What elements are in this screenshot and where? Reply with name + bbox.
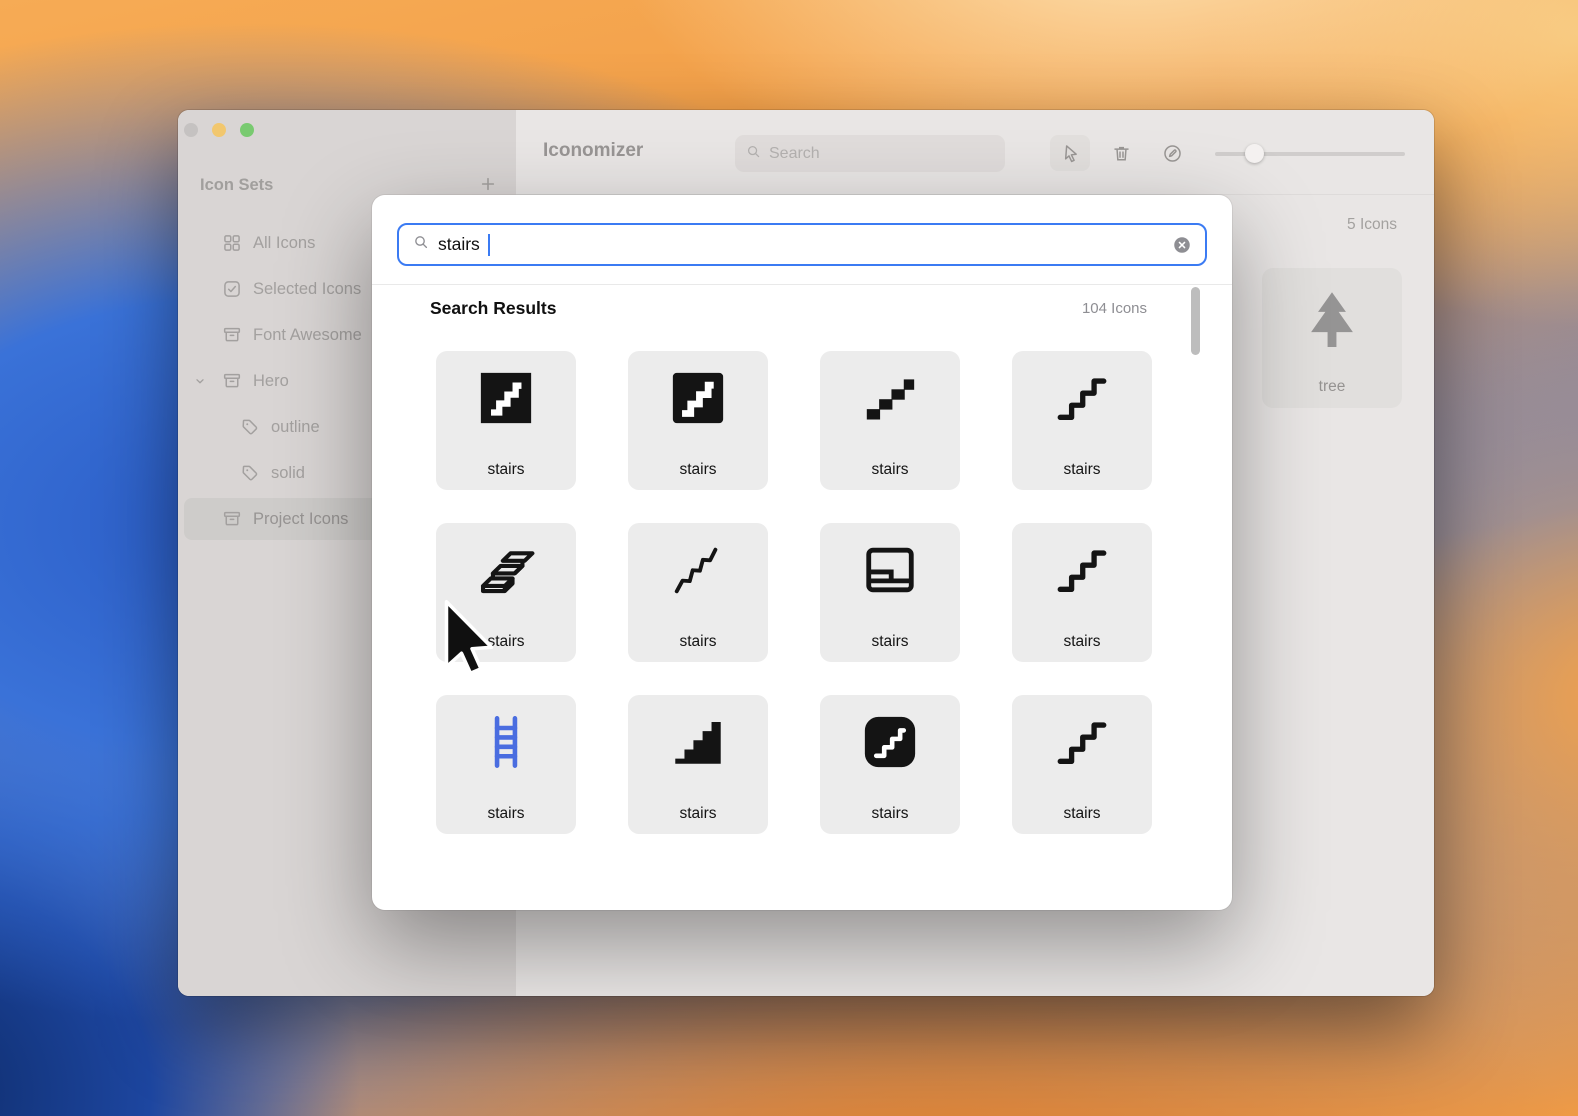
search-icon: [745, 143, 762, 165]
icon-count-label: 5 Icons: [1347, 216, 1397, 233]
icon-result-3[interactable]: stairs: [1012, 351, 1152, 490]
stairs-line-icon: [1053, 369, 1111, 427]
icon-result-label: stairs: [679, 461, 717, 478]
stairs-solid-fill-icon: [669, 713, 727, 771]
icon-result-8[interactable]: stairs: [436, 695, 576, 834]
icon-result-label: stairs: [871, 633, 909, 650]
icon-search-dialog: stairs Search Results 104 Icons stairs st…: [372, 195, 1232, 910]
modal-search-value: stairs: [438, 234, 480, 254]
toolbar-search-field[interactable]: Search: [735, 135, 1005, 172]
icon-result-label: stairs: [679, 633, 717, 650]
sidebar-item-label: Selected Icons: [253, 279, 362, 298]
icon-result-label: stairs: [1063, 633, 1101, 650]
pen-circle-icon: [1162, 143, 1183, 164]
icon-result-1[interactable]: stairs: [628, 351, 768, 490]
icon-result-label: stairs: [1063, 461, 1101, 478]
tag-icon: [240, 417, 260, 437]
toolbar-buttons: [1050, 135, 1192, 171]
results-grid: stairs stairs stairs stairs stairs stairs stai…: [436, 351, 1152, 834]
desktop: Icon Sets All Icons Selected Icons Font Aw…: [0, 0, 1578, 1116]
cursor-icon: [1060, 143, 1081, 164]
icon-result-9[interactable]: stairs: [628, 695, 768, 834]
collection-icons: tree: [1262, 268, 1402, 408]
icon-result-0[interactable]: stairs: [436, 351, 576, 490]
sidebar-item-label: solid: [271, 463, 305, 482]
chevron-down-icon[interactable]: [192, 373, 208, 389]
sidebar-header: Icon Sets: [200, 176, 274, 194]
icon-result-label: stairs: [871, 805, 909, 822]
results-count: 104 Icons: [1081, 300, 1147, 317]
stairs-square-solid-icon: [477, 369, 535, 427]
stairs-zigzag-icon: [669, 541, 727, 599]
stairs-rounded-square-icon: [861, 713, 919, 771]
search-icon: [412, 233, 430, 256]
collection-icon-tree[interactable]: tree: [1262, 268, 1402, 408]
icon-result-label: stairs: [1063, 805, 1101, 822]
box-icon: [222, 509, 242, 529]
stairs-square-solid-2-icon: [669, 369, 727, 427]
sidebar-item-label: All Icons: [253, 233, 316, 252]
icon-result-label: stairs: [487, 805, 525, 822]
zoom-slider-thumb[interactable]: [1245, 144, 1265, 163]
results-title: Search Results: [430, 298, 557, 318]
icon-result-5[interactable]: stairs: [628, 523, 768, 662]
sidebar-item-label: Font Awesome: [253, 325, 362, 344]
delete-tool-button[interactable]: [1101, 135, 1141, 171]
clear-search-button[interactable]: [1172, 235, 1192, 255]
box-icon: [222, 325, 242, 345]
icon-result-label: stairs: [487, 633, 525, 650]
sidebar-item-label: Project Icons: [253, 509, 349, 528]
minimize-window-button[interactable]: [212, 123, 226, 137]
zoom-window-button[interactable]: [240, 123, 254, 137]
tag-icon: [240, 463, 260, 483]
icon-result-label: stairs: [487, 461, 525, 478]
annotate-tool-button[interactable]: [1152, 135, 1192, 171]
stairs-blocks-icon: [861, 369, 919, 427]
select-tool-button[interactable]: [1050, 135, 1090, 171]
checkbox-icon: [222, 279, 242, 299]
icon-result-7[interactable]: stairs: [1012, 523, 1152, 662]
stairs-line-icon: [1053, 713, 1111, 771]
close-window-button[interactable]: [184, 123, 198, 137]
ladder-icon: [477, 713, 535, 771]
icon-result-6[interactable]: stairs: [820, 523, 960, 662]
app-title: Iconomizer: [543, 140, 644, 161]
icon-result-4[interactable]: stairs: [436, 523, 576, 662]
search-placeholder: Search: [769, 144, 820, 162]
stairs-3d-icon: [477, 541, 535, 599]
collection-icon-label: tree: [1318, 378, 1346, 395]
trash-icon: [1111, 143, 1132, 164]
text-caret: [487, 233, 490, 256]
window-controls: [184, 123, 254, 137]
divider: [372, 284, 1232, 285]
icon-result-2[interactable]: stairs: [820, 351, 960, 490]
icon-result-11[interactable]: stairs: [1012, 695, 1152, 834]
sidebar-item-label: Hero: [253, 371, 289, 390]
grid-icon: [222, 233, 242, 253]
icon-result-label: stairs: [871, 461, 909, 478]
box-icon: [222, 371, 242, 391]
stairs-frame-icon: [861, 541, 919, 599]
modal-search-input[interactable]: stairs: [397, 223, 1207, 266]
icon-result-label: stairs: [679, 805, 717, 822]
sidebar-item-label: outline: [271, 417, 320, 436]
zoom-slider[interactable]: [1215, 144, 1405, 163]
stairs-line-icon: [1053, 541, 1111, 599]
dialog-footer: Cancel Add Selected: [372, 855, 1232, 910]
scrollbar-thumb[interactable]: [1191, 287, 1200, 355]
icon-result-10[interactable]: stairs: [820, 695, 960, 834]
tree-icon: [1294, 284, 1370, 360]
toolbar: Iconomizer Search: [516, 110, 1434, 195]
